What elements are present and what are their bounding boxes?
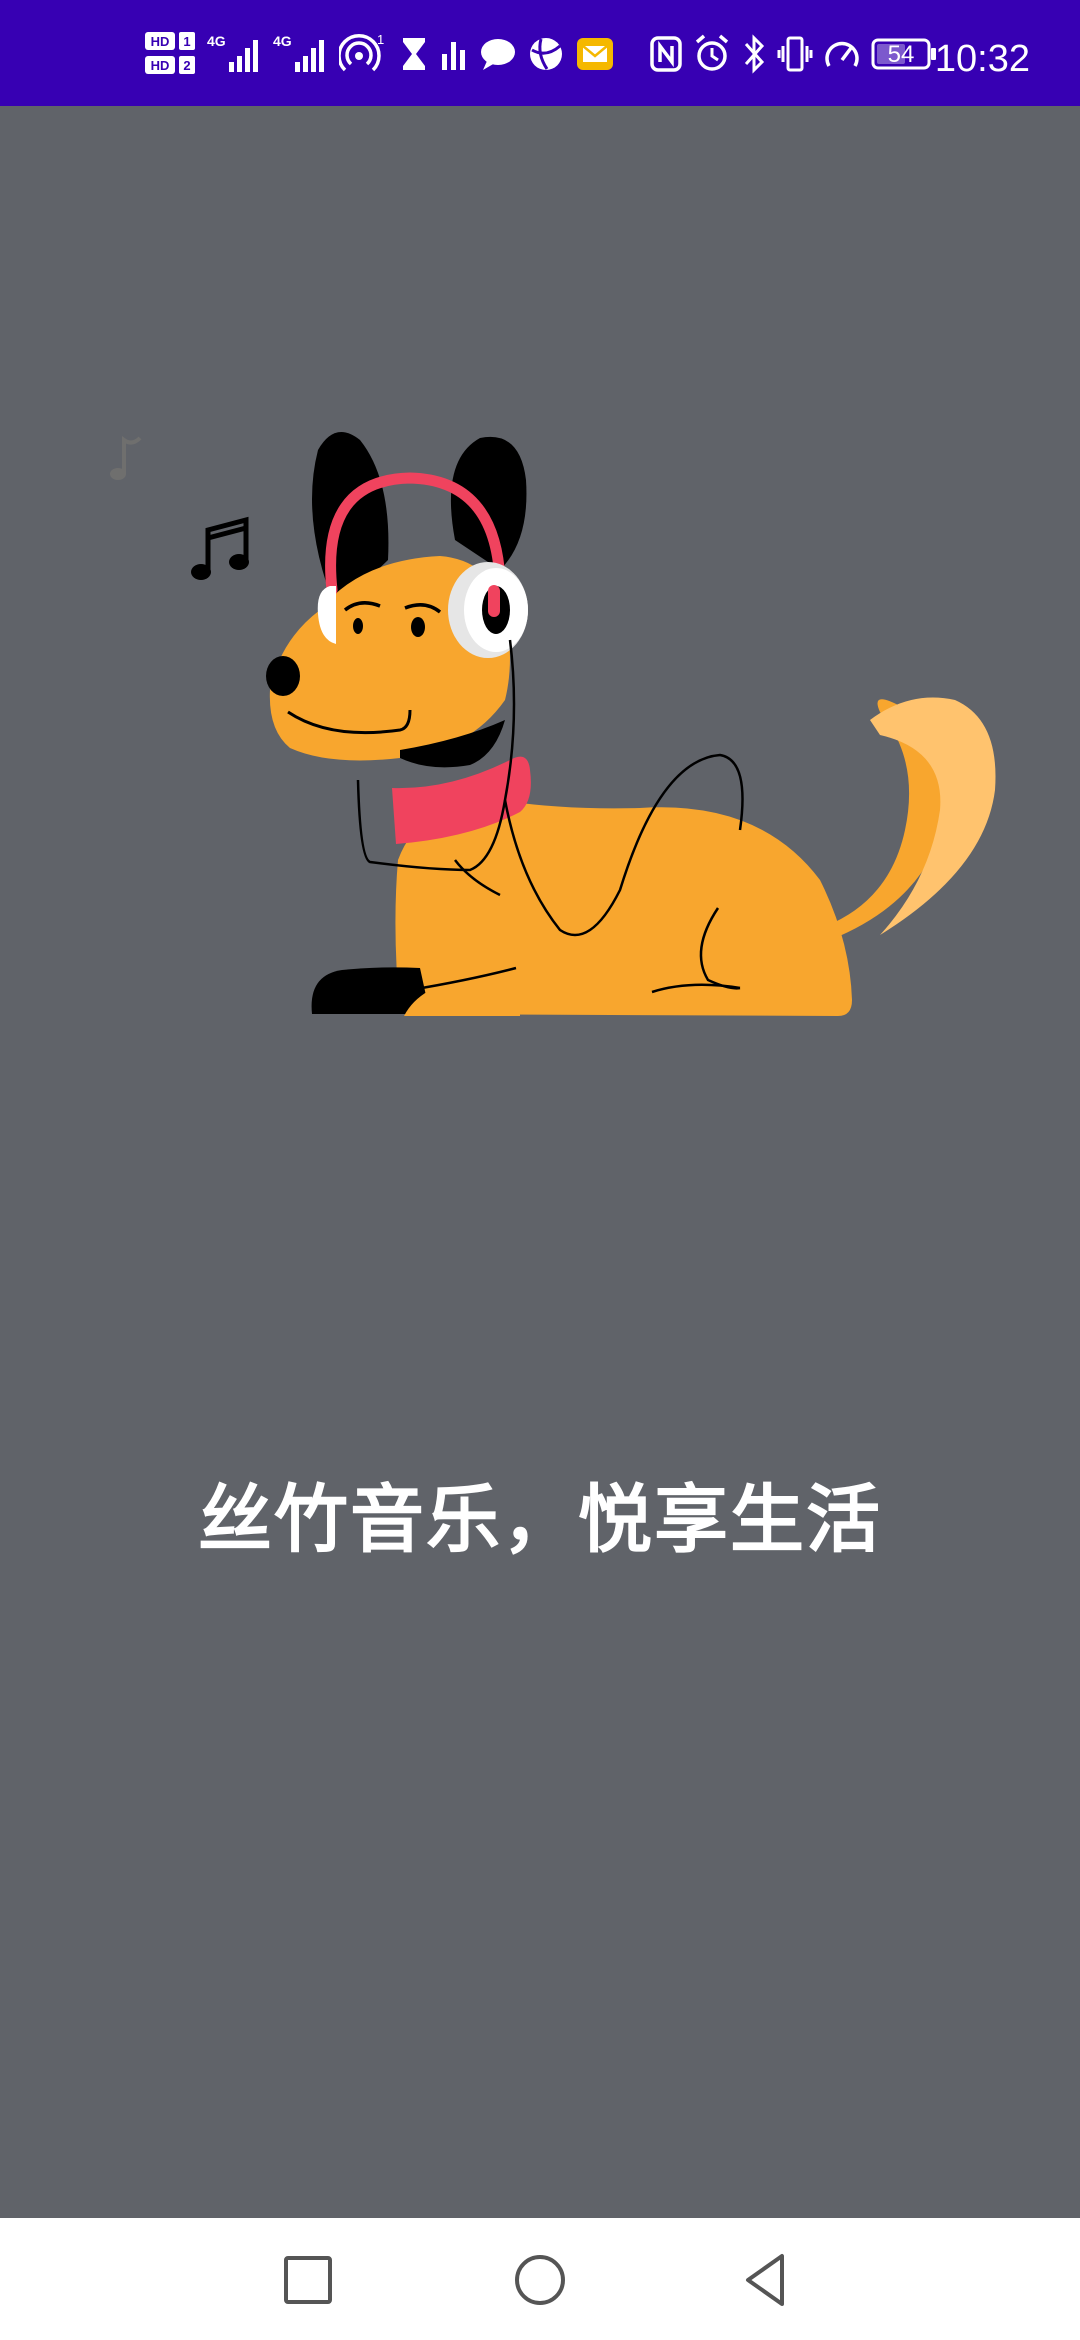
svg-text:4G: 4G bbox=[207, 33, 226, 49]
faint-music-note-icon bbox=[110, 436, 142, 480]
svg-text:54: 54 bbox=[888, 41, 915, 68]
navigation-bar bbox=[0, 2218, 1080, 2340]
chat-bubble-icon bbox=[479, 28, 517, 80]
svg-text:HD: HD bbox=[151, 34, 170, 49]
svg-text:1: 1 bbox=[183, 34, 190, 49]
slogan-text: 丝竹音乐，悦享生活 bbox=[198, 1477, 882, 1563]
signal-4g-icon: 4G bbox=[207, 28, 263, 80]
vibrate-icon bbox=[777, 28, 813, 80]
back-button[interactable] bbox=[736, 2248, 800, 2312]
globe-app-icon bbox=[527, 28, 565, 80]
dog-ear bbox=[450, 436, 527, 570]
dog-eye bbox=[411, 617, 425, 637]
alarm-icon bbox=[693, 28, 731, 80]
bar-chart-icon bbox=[439, 28, 469, 80]
nfc-icon bbox=[649, 28, 683, 80]
svg-text:HD: HD bbox=[151, 58, 170, 73]
status-icons: HD HD 1 2 4G 4G 1 54 bbox=[145, 28, 937, 80]
hd-sim-icon: HD HD 1 2 bbox=[145, 28, 197, 80]
speed-icon bbox=[823, 28, 861, 80]
status-bar: HD HD 1 2 4G 4G 1 54 10:32 bbox=[0, 0, 1080, 106]
dog-nose bbox=[266, 656, 300, 696]
svg-text:2: 2 bbox=[183, 58, 190, 73]
svg-text:1: 1 bbox=[377, 32, 384, 47]
home-button[interactable] bbox=[508, 2248, 572, 2312]
circle-icon bbox=[515, 2255, 565, 2305]
mail-icon bbox=[575, 28, 615, 80]
music-note-icon bbox=[191, 516, 249, 580]
dog-eye bbox=[353, 618, 363, 634]
square-icon bbox=[284, 2256, 332, 2304]
hourglass-icon bbox=[399, 28, 429, 80]
triangle-back-icon bbox=[746, 2254, 784, 2306]
recent-apps-button[interactable] bbox=[276, 2248, 340, 2312]
svg-text:4G: 4G bbox=[273, 33, 292, 49]
signal-4g-icon: 4G bbox=[273, 28, 329, 80]
headphone-right-cup bbox=[448, 562, 528, 658]
dog-tail bbox=[826, 697, 996, 940]
status-time: 10:32 bbox=[934, 38, 1030, 80]
hotspot-icon: 1 bbox=[339, 28, 389, 80]
battery-icon: 54 bbox=[871, 28, 937, 80]
dog-with-headphones-illustration bbox=[110, 432, 996, 1016]
bluetooth-icon bbox=[741, 28, 767, 80]
